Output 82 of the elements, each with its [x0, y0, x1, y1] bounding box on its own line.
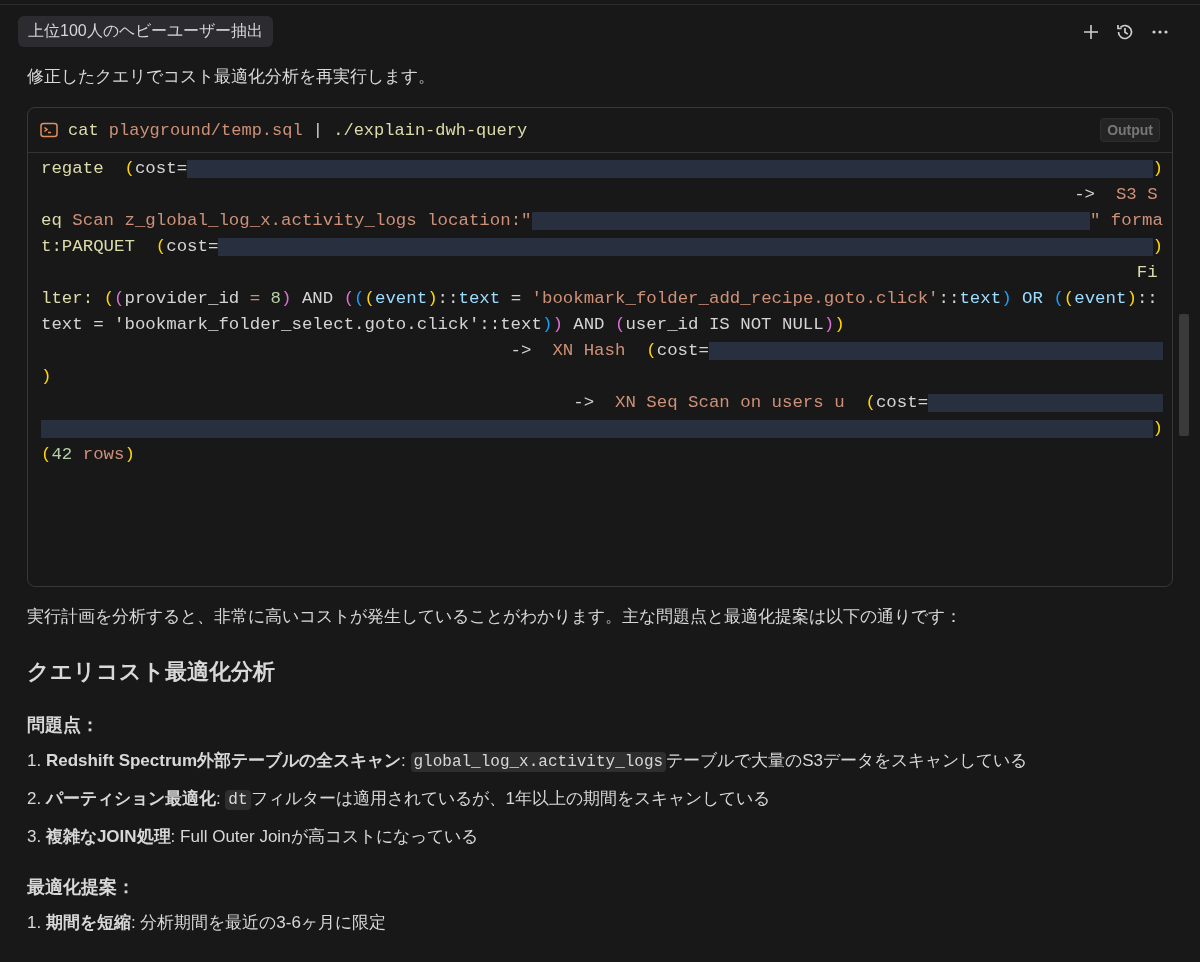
code-text: ) [552, 314, 563, 336]
code-text: ( [124, 158, 135, 180]
more-icon[interactable] [1151, 28, 1169, 35]
code-text: text = 'bookmark_folder_select.goto.click'::text [41, 314, 542, 336]
subsection-heading: 問題点： [27, 714, 100, 737]
code-text: ) [41, 366, 52, 388]
code-text: ( [103, 288, 115, 310]
code-text: cost= [875, 392, 929, 414]
list-item-text: 1. 期間を短縮: 分析期間を最近の3-6ヶ月に限定 [27, 913, 386, 932]
code-text: " forma [1089, 210, 1163, 232]
code-text: ) [834, 314, 845, 336]
code-text: event [1074, 288, 1127, 310]
code-text: :: [437, 288, 459, 310]
code-text: ) [1152, 418, 1163, 440]
code-text: text [959, 288, 1002, 310]
code-text: :: [1136, 288, 1158, 310]
code-text: ( [114, 288, 125, 310]
code-text: rows [81, 444, 125, 466]
code-text: Fi [1135, 262, 1158, 284]
code-text: OR [1021, 288, 1044, 310]
code-text: ( [1053, 288, 1064, 310]
code-text: ) [124, 444, 135, 466]
section-heading: クエリコスト最適化分析 [27, 658, 276, 686]
code-text: ( [41, 444, 52, 466]
code-text: provider_id [124, 288, 241, 310]
inline-code: global_log_x.activity_logs [410, 752, 667, 772]
code-text: Scan z_global_log_x.activity_logs location:" [72, 210, 532, 232]
code-text: XN Hash [552, 340, 627, 362]
code-text: ) [427, 288, 438, 310]
code-text: ) [823, 314, 835, 336]
code-text: 42 [51, 444, 73, 466]
code-text: ( [343, 288, 355, 310]
list-item-text: 3. 複雑なJOIN処理: Full Outer Joinが高コストになっている [27, 827, 478, 846]
code-text: ) [1152, 158, 1163, 180]
code-text: ( [865, 392, 876, 414]
code-text: :: [938, 288, 960, 310]
code-text: S3 S [1115, 184, 1158, 206]
output-badge: Output [1100, 118, 1160, 142]
code-text: t:PARQUET [41, 236, 136, 258]
inline-code: dt [225, 790, 251, 810]
code-text: ( [354, 288, 365, 310]
code-text: ( [646, 340, 657, 362]
code-text: 8 [270, 288, 282, 310]
code-text: XN Seq Scan on users u [615, 392, 846, 414]
plus-icon[interactable] [1083, 23, 1099, 40]
code-text: ( [155, 236, 167, 258]
code-text: = [249, 288, 262, 310]
code-text: text [458, 288, 501, 310]
code-text: ) [281, 288, 292, 310]
code-text: cost= [166, 236, 219, 258]
scrollbar-thumb[interactable] [1179, 314, 1189, 436]
code-text: AND [572, 314, 606, 336]
code-text: lter: [41, 288, 95, 310]
code-text: ) [541, 314, 553, 336]
code-text: regate [41, 158, 105, 180]
code-text: -> [509, 340, 533, 362]
code-text: -> [1073, 184, 1097, 206]
code-text: AND [300, 288, 335, 310]
code-text: ) [1126, 288, 1137, 310]
code-text: ( [615, 314, 626, 336]
subsection-heading: 最適化提案： [27, 876, 136, 899]
code-text: -> [572, 392, 596, 414]
command-text: cat playground/temp.sql | ./explain-dwh-query [68, 120, 529, 140]
code-text: cost= [656, 340, 709, 362]
code-text: event [375, 288, 428, 310]
message-text: 実行計画を分析すると、非常に高いコストが発生していることがわかります。主な問題点と最適化提案は以下の通りです： [27, 606, 963, 628]
code-text: 'bookmark_folder_add_recipe.goto.click' [531, 288, 939, 310]
list-item-text: 1. Redshift Spectrum外部テーブルの全スキャン: [27, 751, 407, 770]
list-item-text: テーブルで大量のS3データをスキャンしている [666, 751, 1027, 770]
code-text: ( [364, 288, 375, 310]
list-item-text: フィルターは適用されているが、1年以上の期間をスキャンしている [250, 789, 771, 808]
terminal-icon [40, 122, 58, 138]
code-text: user_id IS NOT NULL [625, 314, 824, 336]
code-text: cost= [134, 158, 188, 180]
conversation-tag: 上位100人のヘビーユーザー抽出 [18, 16, 273, 47]
list-item-text: 2. パーティション最適化: [27, 789, 222, 808]
code-text: = [509, 288, 523, 310]
message-text: 修正したクエリでコスト最適化分析を再実行します。 [27, 66, 436, 88]
code-text: ( [1063, 288, 1075, 310]
code-text: ) [1001, 288, 1012, 310]
code-text: ) [1152, 236, 1163, 258]
code-text: eq [41, 210, 63, 232]
